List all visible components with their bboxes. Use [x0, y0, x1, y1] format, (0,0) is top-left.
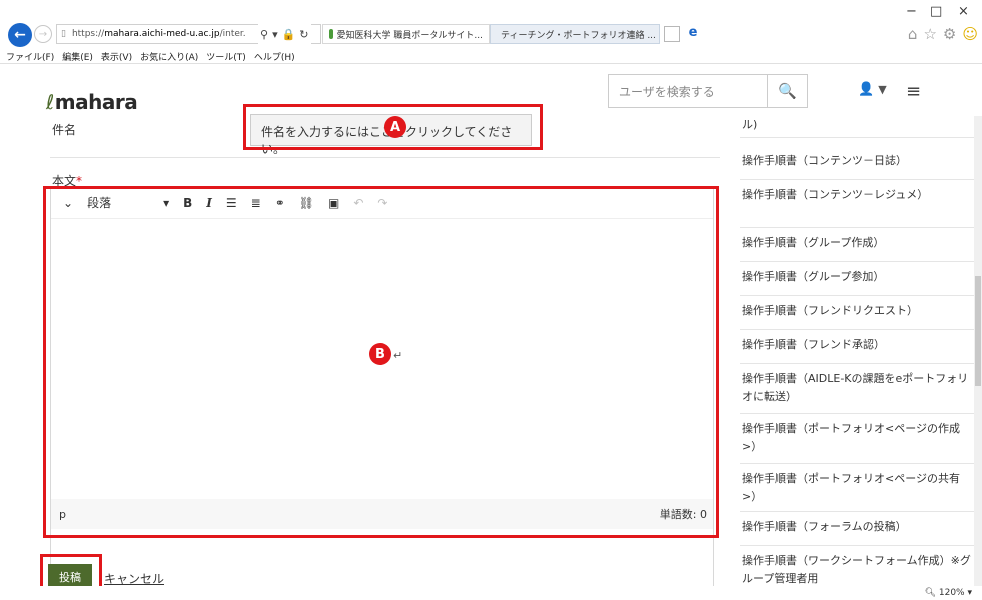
sidebar-item[interactable]: 操作手順書（コンテンツ－レジュメ） — [740, 180, 974, 228]
page-content: ℓmahara ユーザを検索する 🔍 👤 ▼ ≡ 件名 件名を入力するにはここをク… — [0, 66, 982, 586]
site-favicon-icon — [329, 29, 333, 39]
address-suffix: /inter. — [219, 29, 246, 39]
leaf-icon: ℓ — [46, 90, 54, 114]
zoom-level[interactable]: 🔍︎ 120% ▾ — [925, 588, 972, 598]
sidebar-item[interactable]: ル) — [740, 116, 974, 138]
search-icon[interactable]: ⚲ — [260, 28, 268, 41]
browser-menubar: ファイル(F) 編集(E) 表示(V) お気に入り(A) ツール(T) ヘルプ(… — [0, 50, 982, 64]
page-icon: ▯ — [61, 29, 66, 39]
address-prefix: https:// — [71, 29, 105, 39]
sidebar-item[interactable]: 操作手順書（ワークシートフォーム作成）※グループ管理者用 — [740, 546, 974, 586]
tab-portal[interactable]: 愛知医科大学 職員ポータルサイト... — [322, 24, 490, 44]
divider — [50, 157, 720, 158]
user-avatar-icon: 👤 — [858, 82, 875, 97]
minimize-button[interactable]: − — [906, 4, 917, 19]
dropdown-icon[interactable]: ▾ — [272, 28, 278, 41]
ie-logo-icon[interactable]: e — [684, 25, 702, 43]
menu-file[interactable]: ファイル(F) — [6, 50, 54, 63]
address-host: mahara.aichi-med-u.ac.jp — [104, 29, 220, 39]
back-button[interactable]: ← — [8, 23, 32, 47]
new-tab-button[interactable] — [664, 26, 680, 42]
cancel-link[interactable]: キャンセル — [104, 570, 164, 586]
lock-icon[interactable]: 🔒 — [282, 28, 296, 41]
highlight-post — [40, 554, 102, 586]
tab-close-icon[interactable]: × — [656, 29, 659, 39]
menu-tools[interactable]: ツール(T) — [206, 50, 246, 63]
highlight-b — [43, 186, 719, 538]
sidebar-item[interactable]: 操作手順書（コンテンツ－日誌） — [740, 146, 974, 180]
search-icon: 🔍 — [778, 82, 797, 100]
home-icon[interactable]: ⌂ — [908, 25, 918, 43]
forward-button[interactable]: → — [34, 25, 52, 43]
sidebar-item[interactable]: 操作手順書（ポートフォリオ<ページの共有>） — [740, 464, 974, 512]
tab-teaching-portfolio[interactable]: ティーチング・ポートフォリオ連絡 ... × — [490, 24, 660, 44]
close-window-button[interactable]: × — [958, 4, 969, 19]
tab-label: ティーチング・ポートフォリオ連絡 ... — [501, 30, 656, 41]
address-actions: ⚲ ▾ 🔒 ↻ — [258, 24, 311, 44]
maximize-button[interactable]: □ — [930, 4, 942, 19]
screen: ← → ▯ https://mahara.aichi-med-u.ac.jp/i… — [0, 0, 982, 600]
annotation-a: A — [384, 116, 406, 138]
user-menu[interactable]: 👤 ▼ — [858, 82, 887, 97]
sidebar-item[interactable]: 操作手順書（フォーラムの投稿） — [740, 512, 974, 546]
sidebar-item[interactable]: 操作手順書（フレンドリクエスト） — [740, 296, 974, 330]
browser-titlebar: ← → ▯ https://mahara.aichi-med-u.ac.jp/i… — [0, 0, 982, 47]
menu-favorites[interactable]: お気に入り(A) — [140, 50, 198, 63]
feedback-smiley-icon[interactable]: ☺ — [962, 25, 978, 43]
browser-tools: ⌂ ☆ ⚙ ☺ — [908, 25, 978, 43]
menu-edit[interactable]: 編集(E) — [62, 50, 93, 63]
settings-gear-icon[interactable]: ⚙ — [943, 25, 956, 43]
menu-view[interactable]: 表示(V) — [101, 50, 132, 63]
sidebar-item[interactable]: 操作手順書（ポートフォリオ<ページの作成>） — [740, 414, 974, 464]
scrollbar-thumb[interactable] — [975, 276, 981, 386]
sidebar-item[interactable]: 操作手順書（グループ作成） — [740, 228, 974, 262]
mahara-logo[interactable]: ℓmahara — [46, 90, 138, 114]
menu-icon[interactable]: ≡ — [906, 81, 921, 102]
sidebar-item[interactable]: 操作手順書（グループ参加） — [740, 262, 974, 296]
favorites-star-icon[interactable]: ☆ — [923, 25, 936, 43]
sidebar-item[interactable]: 操作手順書（フレンド承認） — [740, 330, 974, 364]
refresh-icon[interactable]: ↻ — [299, 28, 308, 41]
chevron-down-icon: ▼ — [878, 83, 887, 96]
subject-label: 件名 — [52, 123, 77, 137]
search-button[interactable]: 🔍 — [768, 74, 808, 108]
sidebar-item[interactable]: 操作手順書（AIDLE-Kの課題をeポートフォリオに転送） — [740, 364, 974, 414]
zoom-icon: 🔍︎ — [924, 588, 936, 598]
page-scrollbar[interactable] — [974, 116, 982, 586]
menu-help[interactable]: ヘルプ(H) — [254, 50, 295, 63]
user-search-input[interactable]: ユーザを検索する — [608, 74, 768, 108]
tab-label: 愛知医科大学 職員ポータルサイト... — [336, 30, 483, 41]
